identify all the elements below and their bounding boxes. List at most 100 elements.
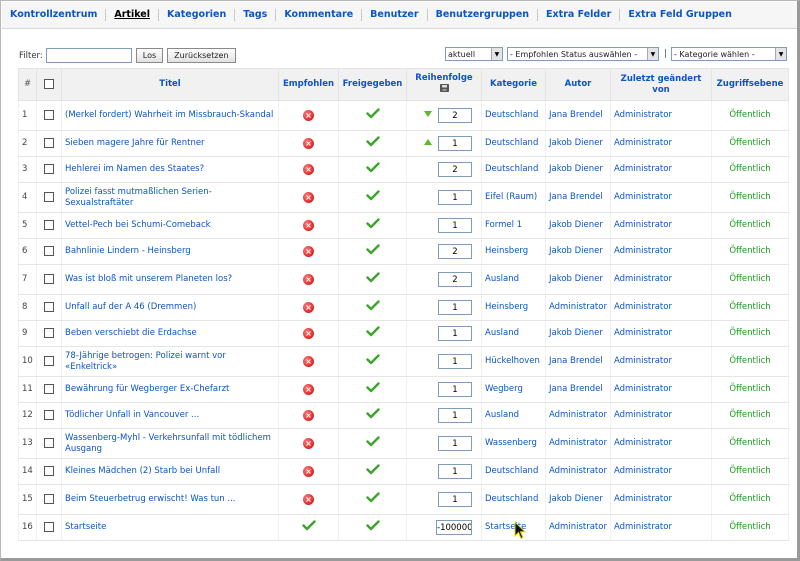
article-title-link[interactable]: Bewährung für Wegberger Ex-Chefarzt (65, 384, 229, 394)
row-checkbox[interactable] (44, 493, 54, 504)
access-level-cell[interactable]: Öffentlich (711, 402, 789, 429)
author-cell[interactable]: Jakob Diener (545, 130, 611, 157)
access-level-cell[interactable]: Öffentlich (711, 130, 789, 157)
order-input[interactable] (438, 190, 472, 205)
col-category[interactable]: Kategorie (481, 68, 546, 101)
author-cell[interactable]: Jakob Diener (545, 238, 611, 265)
author-cell[interactable]: Jana Brendel (545, 182, 611, 213)
not-featured-icon[interactable]: × (303, 245, 314, 257)
order-input[interactable] (438, 108, 472, 123)
not-featured-icon[interactable]: × (303, 327, 314, 339)
category-cell[interactable]: Wegberg (481, 376, 546, 403)
row-checkbox[interactable] (44, 327, 54, 338)
order-input[interactable] (438, 382, 472, 397)
article-title-link[interactable]: Polizei fasst mutmaßlichen Serien-Sexual… (65, 187, 212, 208)
move-up-icon[interactable] (424, 138, 432, 148)
article-title-link[interactable]: Startseite (65, 522, 106, 532)
access-level-cell[interactable]: Öffentlich (711, 428, 789, 459)
category-cell[interactable]: Deutschland (481, 100, 546, 131)
col-featured[interactable]: Empfohlen (278, 68, 339, 101)
row-checkbox[interactable] (44, 137, 54, 148)
author-cell[interactable]: Jana Brendel (545, 376, 611, 403)
row-checkbox[interactable] (44, 219, 54, 230)
access-level-cell[interactable]: Öffentlich (711, 376, 789, 403)
nav-item-benutzergruppen[interactable]: Benutzergruppen (428, 9, 539, 21)
article-title-link[interactable]: Hehlerei im Namen des Staates? (65, 164, 204, 174)
category-cell[interactable]: Hückelhoven (481, 346, 546, 377)
row-checkbox[interactable] (44, 109, 54, 120)
nav-item-kommentare[interactable]: Kommentare (276, 9, 363, 21)
author-cell[interactable]: Administrator (545, 402, 611, 429)
row-checkbox[interactable] (44, 437, 54, 448)
nav-item-extra-feld-gruppen[interactable]: Extra Feld Gruppen (620, 9, 740, 21)
col-access[interactable]: Zugriffsebene (711, 68, 789, 101)
author-cell[interactable]: Jakob Diener (545, 156, 611, 183)
author-cell[interactable]: Administrator (545, 294, 611, 321)
published-check-icon[interactable] (365, 326, 380, 340)
article-title-link[interactable]: Was ist bloß mit unserem Planeten los? (65, 274, 232, 284)
article-title-link[interactable]: Vettel-Pech bei Schumi-Comeback (65, 220, 211, 230)
not-featured-icon[interactable]: × (303, 191, 314, 203)
row-checkbox[interactable] (44, 245, 54, 256)
col-title[interactable]: Titel (61, 68, 279, 101)
access-level-cell[interactable]: Öffentlich (711, 346, 789, 377)
access-level-cell[interactable]: Öffentlich (711, 514, 789, 541)
order-input[interactable] (438, 272, 472, 287)
author-cell[interactable]: Jana Brendel (545, 100, 611, 131)
access-level-cell[interactable]: Öffentlich (711, 294, 789, 321)
nav-item-extra-felder[interactable]: Extra Felder (538, 9, 621, 21)
nav-item-tags[interactable]: Tags (235, 9, 277, 21)
access-level-cell[interactable]: Öffentlich (711, 458, 789, 485)
published-check-icon[interactable] (365, 108, 380, 122)
not-featured-icon[interactable]: × (303, 383, 314, 395)
published-check-icon[interactable] (365, 300, 380, 314)
not-featured-icon[interactable]: × (303, 163, 314, 175)
not-featured-icon[interactable]: × (303, 409, 314, 421)
access-level-cell[interactable]: Öffentlich (711, 320, 789, 347)
author-cell[interactable]: Jakob Diener (545, 212, 611, 239)
access-level-cell[interactable]: Öffentlich (711, 212, 789, 239)
order-input[interactable] (438, 492, 472, 507)
state-select[interactable]: aktuell ▼ (444, 47, 503, 61)
order-input[interactable] (438, 218, 472, 233)
article-title-link[interactable]: Wassenberg-Myhl - Verkehrsunfall mit töd… (65, 433, 271, 454)
col-author[interactable]: Autor (545, 68, 611, 101)
category-cell[interactable]: Wassenberg (481, 428, 546, 459)
order-input[interactable] (438, 464, 472, 479)
reset-button[interactable]: Zurücksetzen (167, 48, 236, 63)
published-check-icon[interactable] (365, 520, 380, 534)
access-level-cell[interactable]: Öffentlich (711, 100, 789, 131)
published-check-icon[interactable] (365, 492, 380, 506)
not-featured-icon[interactable]: × (303, 355, 314, 367)
not-featured-icon[interactable]: × (303, 465, 314, 477)
article-title-link[interactable]: Beben verschiebt die Erdachse (65, 328, 197, 338)
author-cell[interactable]: Administrator (545, 428, 611, 459)
move-down-icon[interactable] (424, 110, 432, 120)
not-featured-icon[interactable]: × (303, 109, 314, 121)
article-title-link[interactable]: Kleines Mädchen (2) Starb bei Unfall (65, 466, 220, 476)
nav-item-benutzer[interactable]: Benutzer (362, 9, 428, 21)
order-input[interactable] (438, 436, 472, 451)
category-cell[interactable]: Ausland (481, 320, 546, 347)
published-check-icon[interactable] (365, 354, 380, 368)
not-featured-icon[interactable]: × (303, 493, 314, 505)
col-published[interactable]: Freigegeben (338, 68, 407, 101)
published-check-icon[interactable] (365, 218, 380, 232)
col-modified[interactable]: Zuletzt geändert von (610, 68, 712, 101)
article-title-link[interactable]: Sieben magere Jahre für Rentner (65, 138, 205, 148)
category-cell[interactable]: Ausland (481, 264, 546, 295)
not-featured-icon[interactable]: × (303, 219, 314, 231)
row-checkbox[interactable] (44, 465, 54, 476)
category-cell[interactable]: Eifel (Raum) (481, 182, 546, 213)
row-checkbox[interactable] (44, 273, 54, 284)
not-featured-icon[interactable]: × (303, 437, 314, 449)
category-cell[interactable]: Formel 1 (481, 212, 546, 239)
published-check-icon[interactable] (365, 190, 380, 204)
published-check-icon[interactable] (365, 408, 380, 422)
featured-check-icon[interactable] (301, 520, 316, 534)
nav-item-kategorien[interactable]: Kategorien (159, 9, 236, 21)
category-cell[interactable]: Ausland (481, 402, 546, 429)
published-check-icon[interactable] (365, 162, 380, 176)
save-order-icon[interactable] (439, 84, 449, 92)
featured-status-select[interactable]: - Empfohlen Status auswählen - ▼ (506, 47, 659, 61)
